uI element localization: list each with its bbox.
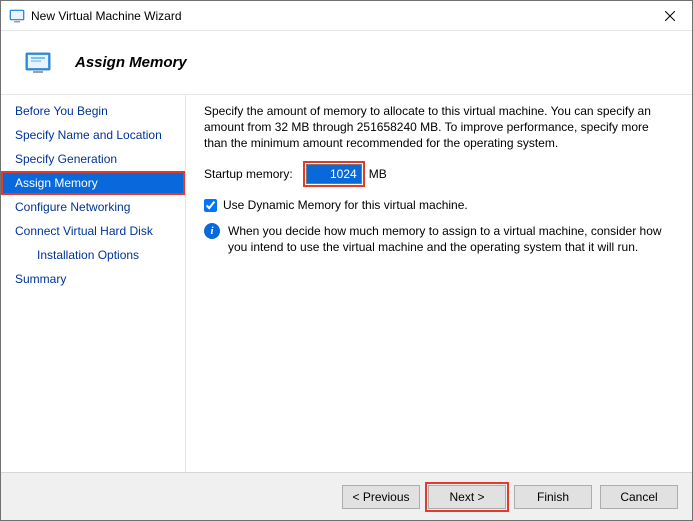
dynamic-memory-checkbox[interactable] bbox=[204, 199, 217, 212]
startup-memory-label: Startup memory: bbox=[204, 166, 293, 182]
close-icon bbox=[665, 11, 675, 21]
wizard-header: Assign Memory bbox=[1, 31, 692, 95]
startup-memory-unit: MB bbox=[369, 166, 387, 182]
nav-assign-memory[interactable]: Assign Memory bbox=[1, 171, 185, 195]
wizard-body: Before You Begin Specify Name and Locati… bbox=[1, 95, 692, 472]
intro-text: Specify the amount of memory to allocate… bbox=[204, 103, 674, 151]
startup-memory-row: Startup memory: MB bbox=[204, 161, 674, 187]
close-button[interactable] bbox=[647, 1, 692, 31]
hyperv-large-icon bbox=[25, 51, 55, 75]
page-title: Assign Memory bbox=[75, 54, 187, 71]
nav-installation-options[interactable]: Installation Options bbox=[1, 243, 185, 267]
previous-button[interactable]: < Previous bbox=[342, 485, 420, 509]
wizard-content: Specify the amount of memory to allocate… bbox=[186, 95, 692, 472]
nav-configure-networking[interactable]: Configure Networking bbox=[1, 195, 185, 219]
nav-specify-name-location[interactable]: Specify Name and Location bbox=[1, 123, 185, 147]
finish-button[interactable]: Finish bbox=[514, 485, 592, 509]
dynamic-memory-row: Use Dynamic Memory for this virtual mach… bbox=[204, 197, 674, 213]
cancel-button[interactable]: Cancel bbox=[600, 485, 678, 509]
hyperv-icon bbox=[9, 8, 25, 24]
wizard-nav: Before You Begin Specify Name and Locati… bbox=[1, 95, 186, 472]
startup-memory-input[interactable] bbox=[306, 164, 362, 184]
nav-specify-generation[interactable]: Specify Generation bbox=[1, 147, 185, 171]
info-text: When you decide how much memory to assig… bbox=[228, 223, 674, 255]
info-row: i When you decide how much memory to ass… bbox=[204, 223, 674, 255]
nav-summary[interactable]: Summary bbox=[1, 267, 185, 291]
dynamic-memory-label: Use Dynamic Memory for this virtual mach… bbox=[223, 197, 468, 213]
wizard-footer: < Previous Next > Finish Cancel bbox=[1, 472, 692, 520]
info-icon: i bbox=[204, 223, 220, 239]
startup-memory-highlight bbox=[303, 161, 365, 187]
nav-before-you-begin[interactable]: Before You Begin bbox=[1, 99, 185, 123]
nav-connect-virtual-hard-disk[interactable]: Connect Virtual Hard Disk bbox=[1, 219, 185, 243]
window-title: New Virtual Machine Wizard bbox=[31, 9, 182, 23]
titlebar: New Virtual Machine Wizard bbox=[1, 1, 692, 31]
next-button[interactable]: Next > bbox=[428, 485, 506, 509]
